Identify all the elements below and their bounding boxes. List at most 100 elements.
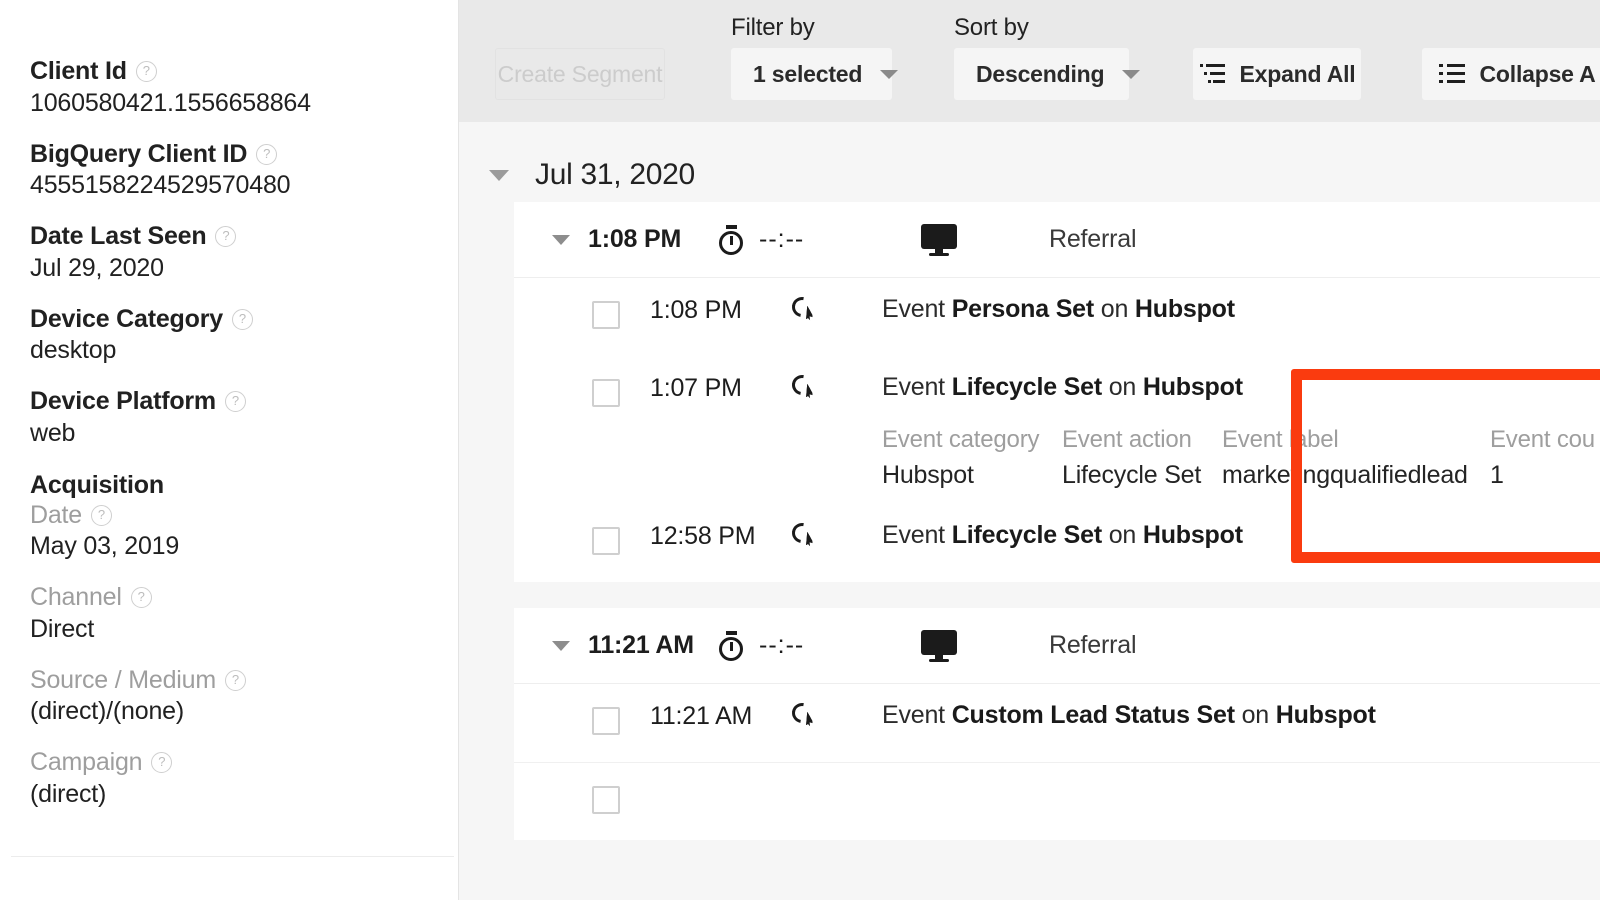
field-label: Channel bbox=[30, 583, 122, 611]
help-icon[interactable]: ? bbox=[135, 61, 157, 83]
event-body: Event Lifecycle Set on Hubspot Event cat… bbox=[882, 356, 1600, 504]
chevron-down-icon[interactable] bbox=[552, 234, 570, 245]
field-label: Client Id bbox=[30, 57, 127, 85]
field-client-id: Client Id ? 1060580421.1556658864 bbox=[30, 57, 458, 118]
field-value: Jul 29, 2020 bbox=[30, 253, 164, 282]
event-name: Lifecycle Set bbox=[951, 521, 1102, 549]
create-segment-button[interactable]: Create Segment bbox=[495, 48, 665, 100]
sort-by-caption: Sort by bbox=[954, 14, 1029, 41]
session-card: 1:08 PM --:-- Referral 1:08 PM Event Per… bbox=[514, 202, 1600, 582]
session-time: 1:08 PM bbox=[588, 225, 682, 253]
field-device-category: Device Category ? desktop bbox=[30, 304, 458, 366]
timeline-toolbar: Create Segment Filter by 1 selected Sort… bbox=[459, 0, 1600, 122]
desktop-monitor-icon bbox=[921, 629, 957, 662]
event-row[interactable]: 11:21 AM Event Custom Lead Status Set on… bbox=[514, 684, 1600, 762]
app-root: Client Id ? 1060580421.1556658864 BigQue… bbox=[0, 0, 1600, 900]
field-value: (direct)/(none) bbox=[30, 697, 184, 725]
field-channel: Channel ? Direct bbox=[30, 583, 458, 644]
event-parameters: Event category Hubspot Event action Life… bbox=[882, 426, 1600, 490]
event-parameter: Event label marketingqualifiedlead bbox=[1222, 426, 1490, 490]
click-event-icon bbox=[788, 371, 820, 404]
field-label-row: Source / Medium ? bbox=[30, 666, 458, 695]
event-time: 11:21 AM bbox=[650, 702, 753, 730]
event-row[interactable]: 1:07 PM Event Lifecycle Set on Hubspot E… bbox=[514, 356, 1600, 504]
acquisition-section: Acquisition Date ? May 03, 2019 bbox=[30, 471, 458, 562]
field-label: BigQuery Client ID bbox=[30, 139, 248, 168]
event-prefix: Event bbox=[882, 295, 952, 323]
parameter-value: Lifecycle Set bbox=[1062, 461, 1202, 489]
field-value: 4555158224529570480 bbox=[30, 171, 291, 199]
event-checkbox[interactable] bbox=[592, 786, 620, 814]
acquisition-heading: Acquisition bbox=[30, 470, 164, 499]
field-label-row: Campaign ? bbox=[30, 748, 458, 777]
field-label-row: Channel ? bbox=[30, 583, 458, 612]
help-icon[interactable]: ? bbox=[231, 308, 253, 330]
user-details-sidebar: Client Id ? 1060580421.1556658864 BigQue… bbox=[0, 0, 459, 900]
chevron-down-icon[interactable] bbox=[489, 169, 509, 181]
event-source: Hubspot bbox=[1134, 295, 1235, 323]
event-title: Event Lifecycle Set on Hubspot bbox=[882, 373, 1600, 402]
session-duration: --:-- bbox=[759, 631, 805, 659]
help-icon[interactable]: ? bbox=[224, 669, 246, 691]
field-device-platform: Device Platform ? web bbox=[30, 387, 458, 448]
session-channel: Referral bbox=[1049, 631, 1137, 659]
click-event-icon bbox=[788, 519, 820, 552]
field-label: Campaign bbox=[30, 748, 143, 776]
field-bigquery-client-id: BigQuery Client ID ? 4555158224529570480 bbox=[30, 139, 458, 201]
event-prefix: Event bbox=[882, 521, 952, 549]
event-body: Event Custom Lead Status Set on Hubspot bbox=[882, 684, 1600, 744]
chevron-down-icon bbox=[1122, 69, 1141, 79]
event-middle: on bbox=[1101, 373, 1143, 401]
collapse-all-label: Collapse A bbox=[1479, 60, 1596, 87]
sort-by-select[interactable]: Descending bbox=[954, 48, 1141, 100]
session-channel: Referral bbox=[1049, 225, 1137, 253]
event-body: Event Persona Set on Hubspot bbox=[882, 278, 1600, 338]
help-icon[interactable]: ? bbox=[151, 752, 173, 774]
collapse-all-icon bbox=[1438, 63, 1465, 85]
event-source: Hubspot bbox=[1142, 521, 1243, 549]
event-name: Lifecycle Set bbox=[951, 373, 1102, 401]
event-checkbox[interactable] bbox=[592, 527, 620, 555]
help-icon[interactable]: ? bbox=[256, 143, 278, 165]
parameter-key: Event cou bbox=[1490, 426, 1595, 453]
expand-all-button[interactable]: Expand All bbox=[1193, 48, 1361, 100]
click-event-icon bbox=[788, 699, 820, 732]
session-card: 11:21 AM --:-- Referral 11:21 AM Event C… bbox=[514, 608, 1600, 840]
event-checkbox[interactable] bbox=[592, 379, 620, 407]
field-label: Device Platform bbox=[30, 387, 216, 415]
field-date-last-seen: Date Last Seen ? Jul 29, 2020 bbox=[30, 222, 458, 283]
day-group-header[interactable]: Jul 31, 2020 bbox=[459, 122, 1600, 202]
field-value: 1060580421.1556658864 bbox=[30, 88, 311, 117]
event-row[interactable] bbox=[514, 762, 1600, 840]
event-row[interactable]: 12:58 PM Event Lifecycle Set on Hubspot bbox=[514, 504, 1600, 582]
sort-by-value: Descending bbox=[976, 60, 1105, 87]
parameter-key: Event category bbox=[882, 426, 1040, 453]
event-checkbox[interactable] bbox=[592, 707, 620, 735]
event-checkbox[interactable] bbox=[592, 301, 620, 329]
field-label-row: Date ? bbox=[30, 500, 458, 530]
event-parameter: Event cou 1 bbox=[1490, 426, 1595, 490]
collapse-all-button[interactable]: Collapse A bbox=[1422, 48, 1600, 100]
expand-all-label: Expand All bbox=[1239, 60, 1356, 87]
stopwatch-icon bbox=[716, 630, 746, 661]
event-row[interactable]: 1:08 PM Event Persona Set on Hubspot bbox=[514, 278, 1600, 356]
help-icon[interactable]: ? bbox=[130, 587, 152, 609]
filter-by-select[interactable]: 1 selected bbox=[731, 48, 899, 100]
field-label: Device Category bbox=[30, 304, 223, 333]
session-header[interactable]: 1:08 PM --:-- Referral bbox=[514, 202, 1600, 278]
expand-all-icon bbox=[1199, 63, 1225, 85]
field-value: desktop bbox=[30, 336, 117, 364]
chevron-down-icon[interactable] bbox=[552, 640, 570, 651]
event-name: Persona Set bbox=[951, 295, 1095, 323]
event-name: Custom Lead Status Set bbox=[951, 701, 1235, 729]
session-header[interactable]: 11:21 AM --:-- Referral bbox=[514, 608, 1600, 684]
help-icon[interactable]: ? bbox=[91, 504, 113, 526]
help-icon[interactable]: ? bbox=[224, 391, 246, 413]
event-middle: on bbox=[1234, 701, 1276, 729]
parameter-key: Event label bbox=[1222, 426, 1339, 453]
field-label-row: Date Last Seen ? bbox=[30, 222, 458, 251]
session-duration: --:-- bbox=[759, 225, 805, 253]
filter-by-caption: Filter by bbox=[731, 14, 815, 41]
help-icon[interactable]: ? bbox=[215, 226, 237, 248]
field-label: Date bbox=[30, 500, 83, 529]
